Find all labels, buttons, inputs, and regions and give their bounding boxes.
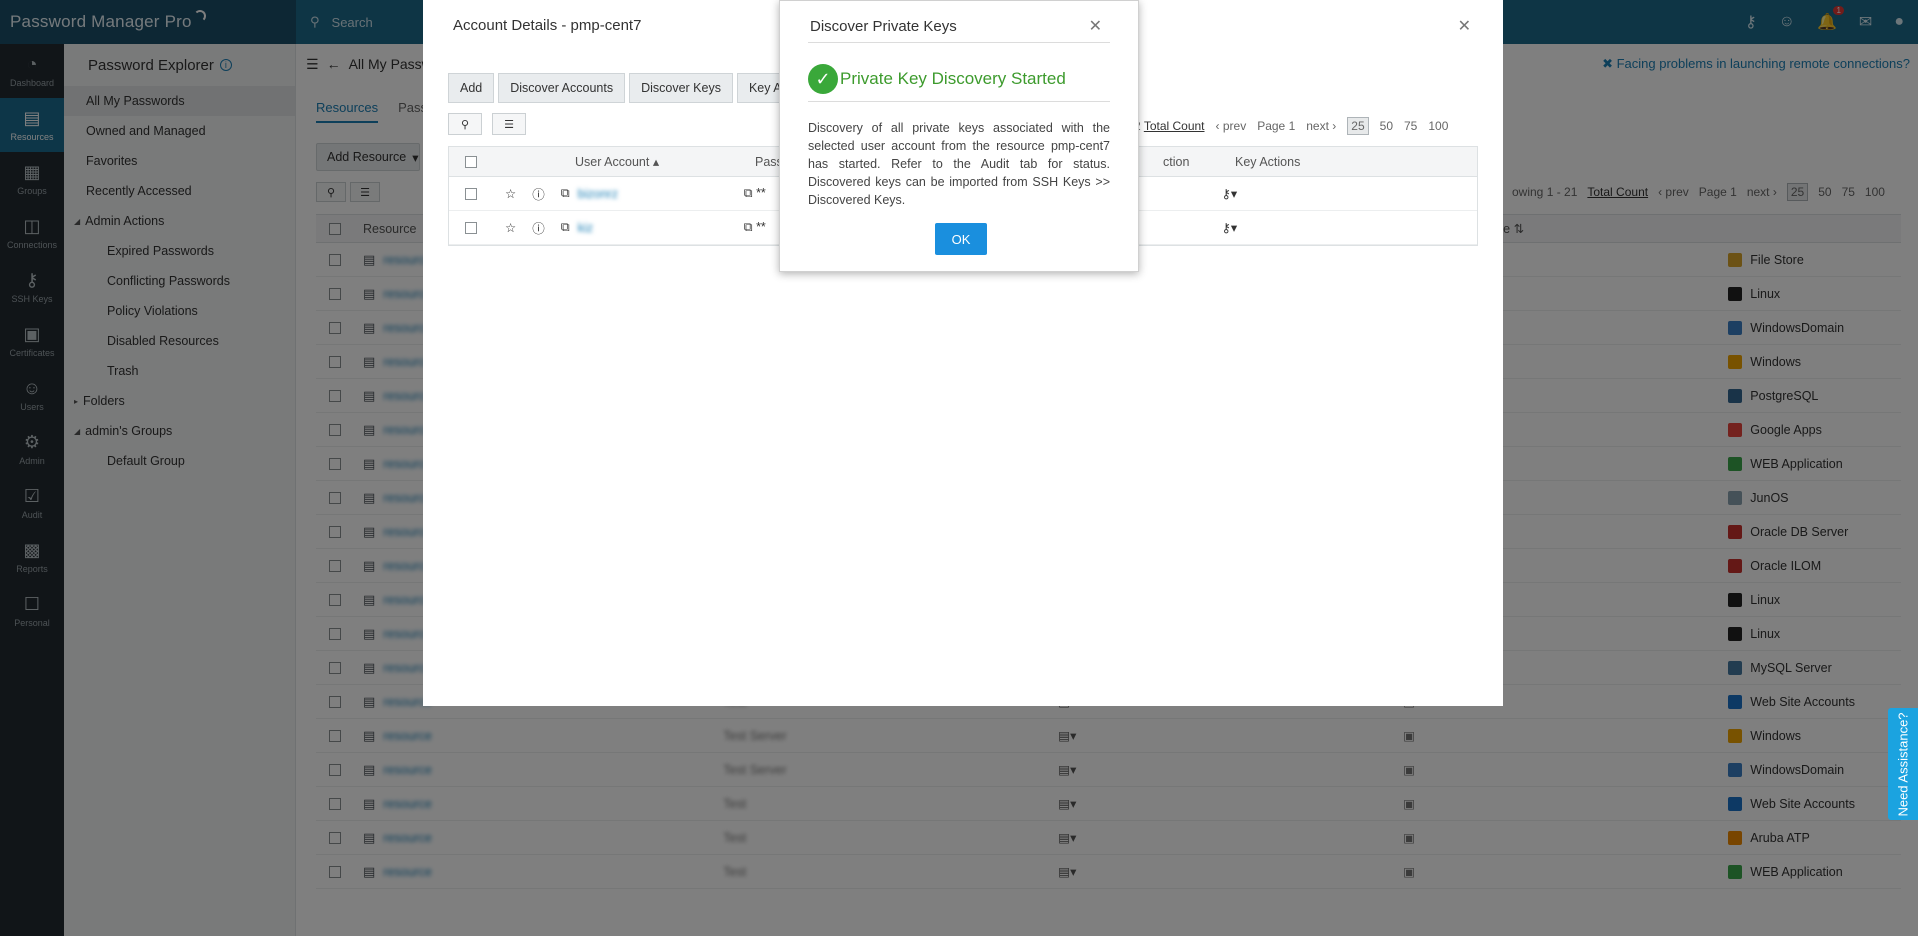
select-all-accounts-checkbox[interactable]: [465, 155, 477, 168]
account-page-size-75[interactable]: 75: [1404, 119, 1417, 133]
need-assistance-tab[interactable]: Need Assistance?: [1888, 708, 1918, 820]
close-icon[interactable]: ✕: [1458, 16, 1471, 36]
account-page-size-100[interactable]: 100: [1428, 119, 1448, 133]
account-name[interactable]: kiz: [578, 221, 744, 235]
account-search-button[interactable]: ⚲: [448, 113, 482, 135]
account-pager-page: Page 1: [1257, 119, 1296, 133]
discover-accounts-button[interactable]: Discover Accounts: [498, 73, 626, 103]
key-actions-icon[interactable]: ⚷▾: [1222, 186, 1237, 201]
row-checkbox[interactable]: [465, 221, 477, 234]
account-page-size-25[interactable]: 25: [1347, 117, 1369, 135]
account-pager-next[interactable]: next ›: [1306, 119, 1336, 133]
info-icon[interactable]: ⓘ: [532, 218, 545, 237]
divider: [808, 101, 1110, 102]
divider: [808, 42, 1110, 43]
info-icon[interactable]: ⓘ: [532, 184, 545, 203]
status-text: Private Key Discovery Started: [840, 69, 1066, 88]
copy-icon[interactable]: ⧉: [561, 186, 570, 201]
account-actions: Add Discover Accounts Discover Keys Key …: [448, 73, 807, 103]
account-name[interactable]: bizonrz: [578, 187, 744, 201]
column-user-account[interactable]: User Account ▴: [575, 154, 755, 169]
search-icon: ⚲: [460, 118, 470, 131]
dialog-title: Discover Private Keys: [810, 18, 957, 35]
account-details-title: Account Details - pmp-cent7: [453, 17, 642, 34]
list-icon: ☰: [504, 118, 514, 131]
add-account-button[interactable]: Add: [448, 73, 495, 103]
account-total-count-link[interactable]: Total Count: [1144, 119, 1205, 133]
column-action[interactable]: ction: [1163, 155, 1235, 169]
success-check-icon: ✓: [808, 64, 838, 94]
account-pager-prev[interactable]: ‹ prev: [1216, 119, 1247, 133]
dialog-status: ✓ Private Key Discovery Started: [808, 64, 1066, 94]
row-checkbox[interactable]: [465, 187, 477, 200]
column-key-actions[interactable]: Key Actions: [1235, 155, 1300, 169]
ok-button[interactable]: OK: [935, 223, 987, 255]
account-column-chooser-button[interactable]: ☰: [492, 113, 526, 135]
favorite-star-icon[interactable]: ☆: [505, 220, 516, 235]
favorite-star-icon[interactable]: ☆: [505, 186, 516, 201]
discover-private-keys-dialog: Discover Private Keys ✕ ✓ Private Key Di…: [779, 0, 1139, 272]
discover-keys-button[interactable]: Discover Keys: [629, 73, 733, 103]
copy-icon[interactable]: ⧉: [561, 220, 570, 235]
close-icon[interactable]: ✕: [1089, 16, 1102, 36]
account-pager: 2 Total Count ‹ prev Page 1 next › 25 50…: [1134, 117, 1448, 135]
dialog-message: Discovery of all private keys associated…: [808, 121, 1110, 207]
key-actions-icon[interactable]: ⚷▾: [1222, 220, 1237, 235]
account-page-size-50[interactable]: 50: [1380, 119, 1393, 133]
